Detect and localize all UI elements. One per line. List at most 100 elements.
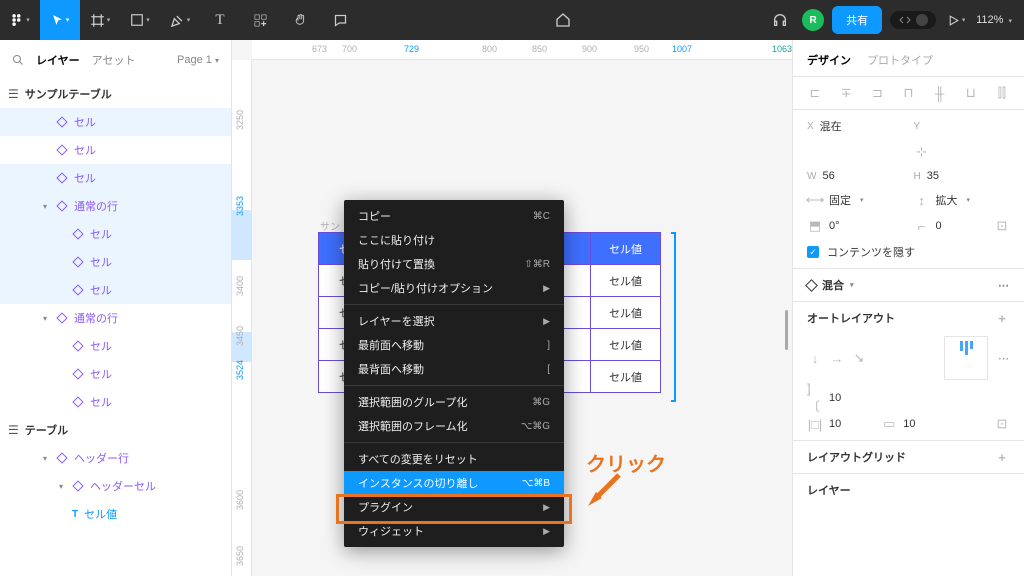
component-layer-row[interactable]: セル: [0, 108, 231, 136]
ctx-reset-changes[interactable]: すべての変更をリセット: [344, 447, 564, 471]
layer-tree: ☰サンプルテーブルセルセルセル▾通常の行セルセルセル▾通常の行セルセルセル☰テー…: [0, 80, 231, 528]
gap-v-icon: ]〔: [807, 390, 823, 406]
individual-padding-icon[interactable]: ⊡: [994, 416, 1010, 432]
component-layer-row[interactable]: セル: [0, 136, 231, 164]
h-field[interactable]: H35: [914, 170, 1011, 182]
chevron-down-icon[interactable]: ▾: [40, 314, 50, 323]
frame-layer-row[interactable]: ☰サンプルテーブル: [0, 80, 231, 108]
radius-field[interactable]: ⌐0⊡: [914, 218, 1011, 234]
w-field[interactable]: W56: [807, 170, 904, 182]
more-icon[interactable]: ⋯: [998, 352, 1010, 365]
more-icon[interactable]: ⋯: [998, 279, 1010, 292]
align-bottom-icon[interactable]: ⊔: [963, 85, 979, 101]
pen-tool-button[interactable]: ▾: [160, 0, 200, 40]
search-icon[interactable]: [12, 54, 24, 66]
ruler-tick: 3450: [235, 326, 245, 346]
shape-tool-button[interactable]: ▾: [120, 0, 160, 40]
component-layer-row[interactable]: セル: [0, 360, 231, 388]
frame-tool-button[interactable]: ▾: [80, 0, 120, 40]
autolayout-direction[interactable]: ↓ → ↘: [807, 350, 867, 366]
headphones-icon: [772, 12, 788, 28]
ctx-copy[interactable]: コピー⌘C: [344, 204, 564, 228]
component-layer-row[interactable]: セル: [0, 276, 231, 304]
text-layer-row[interactable]: Tセル値: [0, 500, 231, 528]
chevron-down-icon[interactable]: ▾: [40, 454, 50, 463]
align-right-icon[interactable]: ⊐: [869, 85, 885, 101]
layers-tab[interactable]: レイヤー: [36, 52, 80, 68]
align-hcenter-icon[interactable]: ∓: [838, 85, 854, 101]
ctx-paste-here[interactable]: ここに貼り付け: [344, 228, 564, 252]
frame-label[interactable]: サン: [320, 218, 340, 233]
constraints-icon[interactable]: ⊹: [914, 144, 1011, 160]
table-cell[interactable]: セル値: [591, 265, 661, 297]
resources-button[interactable]: [240, 0, 280, 40]
component-layer-row[interactable]: セル: [0, 332, 231, 360]
layer-label: 通常の行: [74, 198, 118, 214]
plus-icon[interactable]: +: [994, 449, 1010, 465]
ruler-tick: 1007: [672, 44, 692, 54]
component-layer-row[interactable]: セル: [0, 164, 231, 192]
scrollbar-indicator[interactable]: [785, 310, 788, 350]
headphones-button[interactable]: [766, 0, 794, 40]
ctx-detach-instance[interactable]: インスタンスの切り離し⌥⌘B: [344, 471, 564, 495]
hand-tool-button[interactable]: [280, 0, 320, 40]
ctx-send-back[interactable]: 最背面へ移動[: [344, 357, 564, 381]
ctx-frame-selection[interactable]: 選択範囲のフレーム化⌥⌘G: [344, 414, 564, 438]
frame-icon: [90, 13, 105, 28]
instance-icon: [72, 368, 84, 380]
component-layer-row[interactable]: ▾ヘッダー行: [0, 444, 231, 472]
chevron-down-icon[interactable]: ▾: [40, 202, 50, 211]
grow-field[interactable]: ↕拡大▾: [914, 192, 1011, 208]
component-layer-row[interactable]: ▾ヘッダーセル: [0, 472, 231, 500]
figma-menu-button[interactable]: ▾: [0, 0, 40, 40]
hug-field[interactable]: ⟷固定▾: [807, 192, 904, 208]
chevron-down-icon[interactable]: ▾: [56, 482, 66, 491]
file-menu-button[interactable]: [543, 0, 583, 40]
table-cell[interactable]: セル値: [591, 361, 661, 393]
ctx-group[interactable]: 選択範囲のグループ化⌘G: [344, 390, 564, 414]
distribute-icon[interactable]: ⫿⫿: [994, 85, 1010, 101]
component-layer-row[interactable]: セル: [0, 248, 231, 276]
ruler-tick: 673: [312, 44, 327, 54]
padding-v-field[interactable]: ▭10: [881, 416, 915, 432]
ctx-bring-front[interactable]: 最前面へ移動]: [344, 333, 564, 357]
design-tab[interactable]: デザイン: [807, 52, 851, 68]
clip-content-row[interactable]: ✓ コンテンツを隠す: [807, 244, 1010, 260]
align-top-icon[interactable]: ⊓: [900, 85, 916, 101]
align-vcenter-icon[interactable]: ╫: [932, 85, 948, 101]
present-button[interactable]: ▾: [944, 0, 968, 40]
component-layer-row[interactable]: ▾ 通常の行: [0, 192, 231, 220]
angle-field[interactable]: ⬒0°: [807, 218, 904, 234]
prototype-tab[interactable]: プロトタイプ: [867, 52, 933, 68]
zoom-level[interactable]: 112% ▾: [976, 14, 1012, 26]
ctx-select-layer[interactable]: レイヤーを選択▶: [344, 309, 564, 333]
padding-h-field[interactable]: |□|10: [807, 416, 841, 432]
user-avatar[interactable]: R: [802, 9, 824, 31]
plus-icon[interactable]: +: [994, 310, 1010, 326]
component-layer-row[interactable]: ▾通常の行: [0, 304, 231, 332]
assets-tab[interactable]: アセット: [92, 52, 136, 68]
x-field[interactable]: X混在: [807, 118, 904, 134]
move-tool-button[interactable]: ▾: [40, 0, 80, 40]
page-selector[interactable]: Page 1 ▾: [177, 54, 219, 66]
left-panel: レイヤー アセット Page 1 ▾ ☰サンプルテーブルセルセルセル▾通常の行セ…: [0, 40, 232, 576]
gap-vertical-field[interactable]: ]〔10: [807, 390, 841, 406]
ctx-copy-paste-options[interactable]: コピー/貼り付けオプション▶: [344, 276, 564, 300]
comment-tool-button[interactable]: [320, 0, 360, 40]
dev-mode-toggle[interactable]: [890, 11, 936, 29]
component-layer-row[interactable]: セル: [0, 220, 231, 248]
ctx-paste-replace[interactable]: 貼り付けて置換⇧⌘R: [344, 252, 564, 276]
text-tool-button[interactable]: T: [200, 0, 240, 40]
table-cell[interactable]: セル値: [591, 297, 661, 329]
table-cell[interactable]: セル値: [591, 329, 661, 361]
share-button[interactable]: 共有: [832, 6, 882, 34]
align-left-icon[interactable]: ⊏: [807, 85, 823, 101]
instance-icon: [72, 228, 84, 240]
frame-layer-row[interactable]: ☰テーブル: [0, 416, 231, 444]
component-layer-row[interactable]: セル: [0, 388, 231, 416]
table-header-cell[interactable]: セル値: [591, 233, 661, 265]
ruler-tick: 3524: [235, 360, 245, 380]
alignment-box[interactable]: [944, 336, 988, 380]
y-field[interactable]: Y: [914, 121, 1011, 132]
canvas[interactable]: 67370072980085090095010071063 3250335334…: [232, 40, 792, 576]
